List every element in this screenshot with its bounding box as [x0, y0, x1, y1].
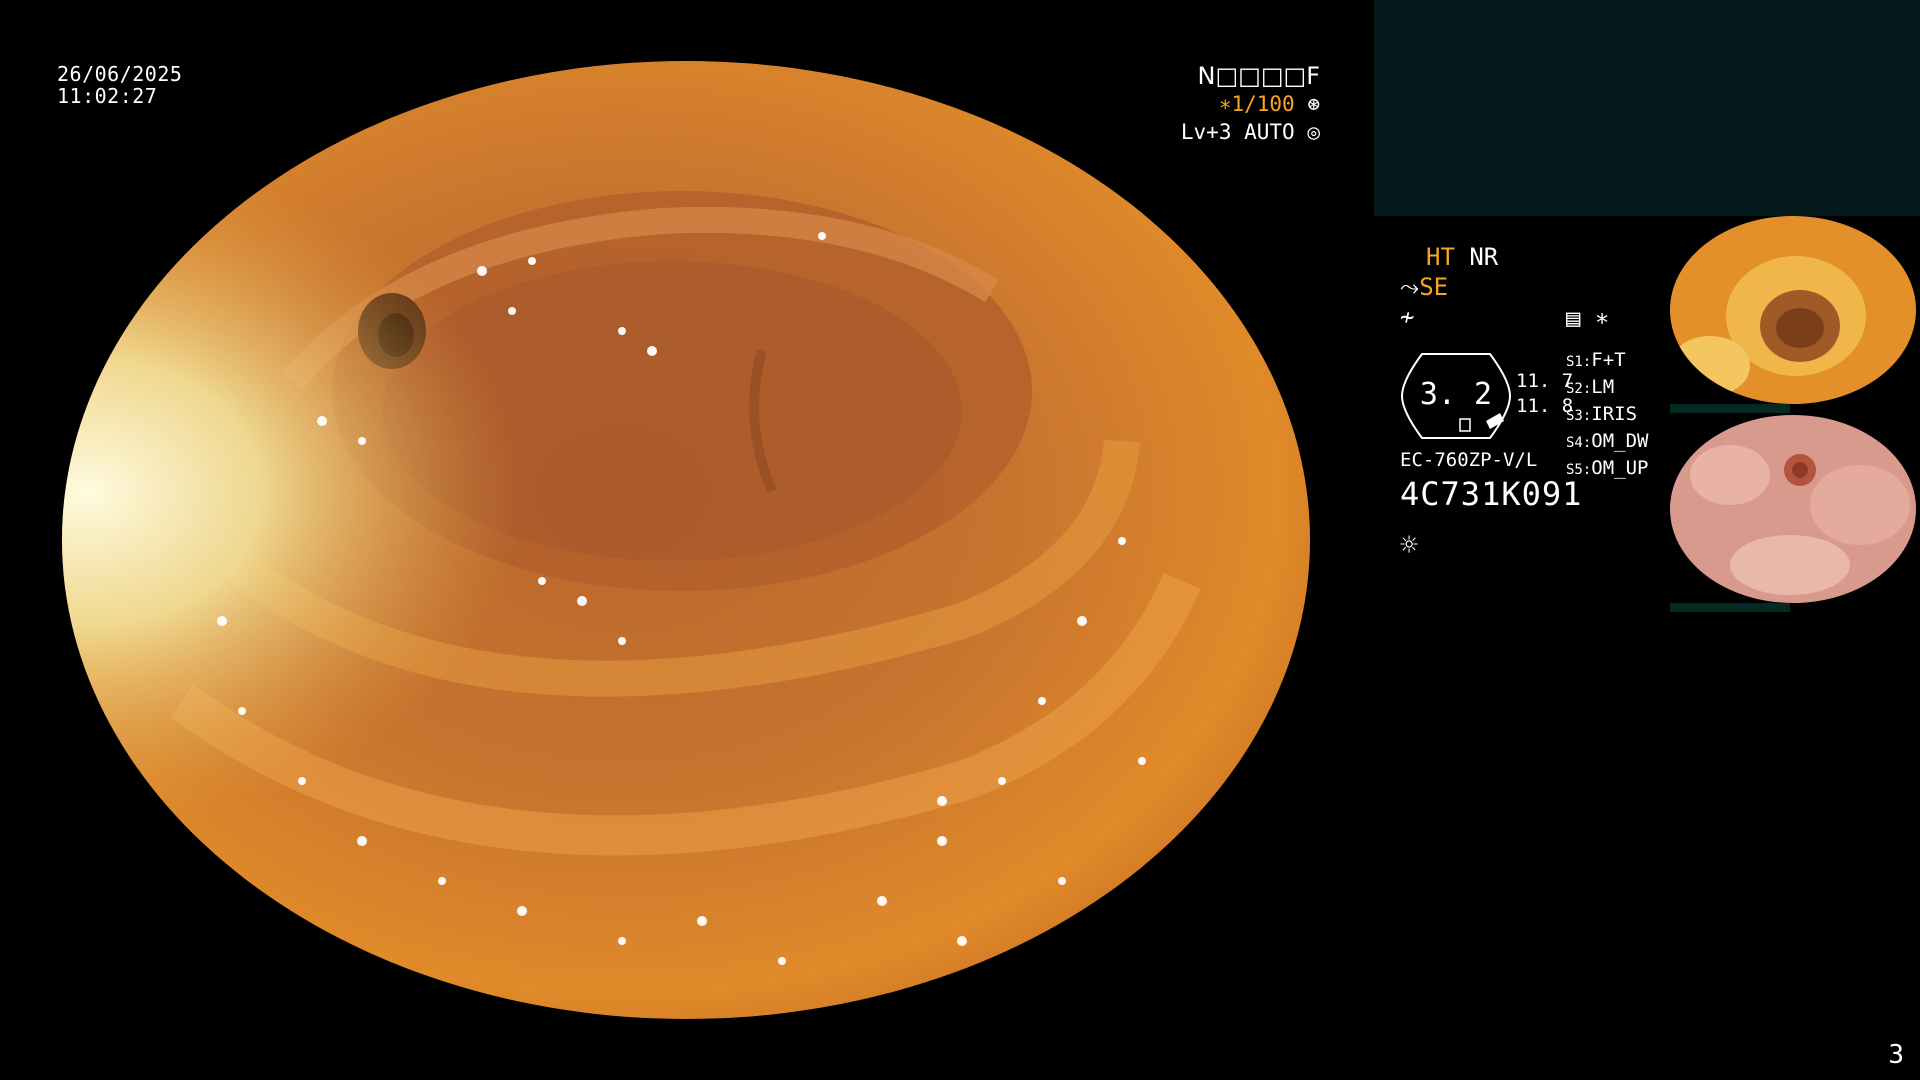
switch-row: S2:LM	[1566, 376, 1615, 398]
switch-row: S1:F+T	[1566, 349, 1626, 371]
shutter-icon: ⊛	[1307, 92, 1320, 116]
ht-nr-row: HT NR	[1400, 242, 1498, 272]
scope-model: EC-760ZP-V/L	[1400, 449, 1538, 471]
date-text: 26/06/2025	[57, 62, 183, 86]
thumbnail-column	[1670, 216, 1920, 612]
timestamp: 26/06/2025 11:02:27	[57, 63, 182, 107]
shutter-row: ∗1/100 ⊛	[1080, 90, 1320, 118]
se-label: SE	[1419, 273, 1449, 301]
zoom-ratios: 11. 7 11. 8	[1516, 369, 1573, 419]
page-number: 3	[1888, 1040, 1904, 1070]
zoom-ratio-1: 11. 7	[1516, 370, 1574, 392]
light-icon: ☼	[1400, 528, 1419, 563]
info-panel-blank	[1374, 0, 1920, 216]
zoom-ratio-2: 11. 8	[1516, 395, 1574, 417]
thumbnail-2[interactable]	[1670, 415, 1916, 603]
switch-row: S3:IRIS	[1566, 403, 1638, 425]
memory-icon: ▤	[1566, 304, 1581, 332]
capture-status: N□□□□F ∗1/100 ⊛ Lv+3 AUTO ◎	[1080, 62, 1320, 146]
memory-indicator: ▤ ∗	[1566, 303, 1609, 333]
structure-icon: ⤳	[1400, 273, 1420, 301]
zoom-value: 3. 2	[1419, 377, 1493, 412]
zoom-badge: 3. 2	[1400, 351, 1512, 441]
ht-label: HT	[1426, 243, 1455, 271]
thumbnail-1[interactable]	[1670, 216, 1916, 404]
shutter-speed: ∗1/100	[1218, 92, 1295, 116]
iris-icon: ◎	[1307, 120, 1320, 144]
switch-list: S1:F+T S2:LM S3:IRIS S4:OM_DW S5:OM_UP	[1566, 348, 1649, 483]
switch-row: S4:OM_DW	[1566, 430, 1649, 452]
scope-serial: 4C731K091	[1400, 475, 1583, 513]
time-text: 11:02:27	[57, 84, 158, 108]
se-row: ⤳SE	[1400, 272, 1498, 302]
iris-row: Lv+3 AUTO ◎	[1080, 118, 1320, 146]
nr-label: NR	[1469, 243, 1499, 271]
asterisk-mark: ∗	[1594, 304, 1610, 332]
thumbnail-2-bar	[1670, 603, 1790, 612]
enhance-indicators: HT NR ⤳SE ≁	[1400, 242, 1498, 332]
frequency-icon: ≁	[1400, 303, 1415, 331]
thumbnail-1-bar	[1670, 404, 1790, 413]
mode-code: N□□□□F	[1197, 62, 1320, 90]
endoscope-image	[62, 61, 1310, 1019]
iris-level: Lv+3 AUTO	[1180, 120, 1295, 144]
